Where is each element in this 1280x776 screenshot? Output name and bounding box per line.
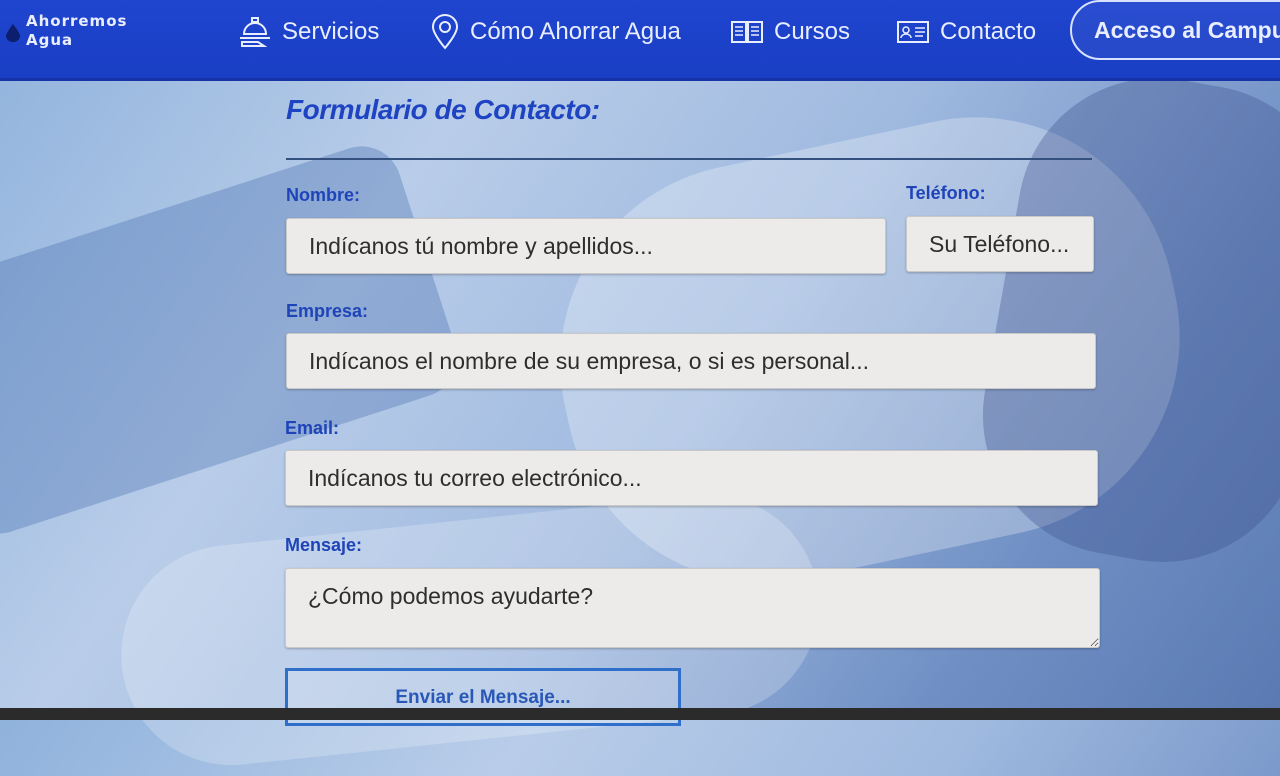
nav-item-contacto[interactable]: Contacto [896,14,1036,50]
email-label: Email: [285,418,340,438]
campus-access-button[interactable]: Acceso al Campus [1070,0,1280,60]
name-input[interactable] [286,218,886,274]
form-title: Formulario de Contacto: [286,94,600,125]
nav-item-label: Servicios [282,18,380,45]
nav-item-label: Cursos [774,18,851,45]
logo-text-line1: Ahorremos [26,12,128,30]
email-input[interactable] [285,450,1098,506]
services-icon [240,17,270,47]
book-icon [731,21,763,43]
phone-label: Teléfono: [906,183,986,203]
top-navbar: Ahorremos Agua Servicios Cómo Ahorrar Ag… [0,0,1280,81]
title-divider [286,158,1092,160]
phone-input[interactable] [906,216,1094,272]
message-textarea[interactable] [285,568,1100,648]
contact-card-icon [897,21,929,43]
bottom-bezel [0,708,1280,720]
company-label: Empresa: [286,301,369,321]
nav-item-como-ahorrar-agua[interactable]: Cómo Ahorrar Agua [430,14,681,50]
location-pin-icon [431,14,459,50]
message-label: Mensaje: [285,535,363,555]
nav-item-servicios[interactable]: Servicios [238,14,379,50]
nav-item-cursos[interactable]: Cursos [730,14,850,50]
site-logo[interactable]: Ahorremos Agua [6,12,127,50]
nav-item-label: Contacto [940,18,1037,45]
logo-text-line2: Agua [26,31,74,49]
company-input[interactable] [286,333,1096,389]
name-label: Nombre: [286,185,361,205]
nav-item-label: Cómo Ahorrar Agua [470,18,681,45]
water-drop-icon [6,24,20,42]
